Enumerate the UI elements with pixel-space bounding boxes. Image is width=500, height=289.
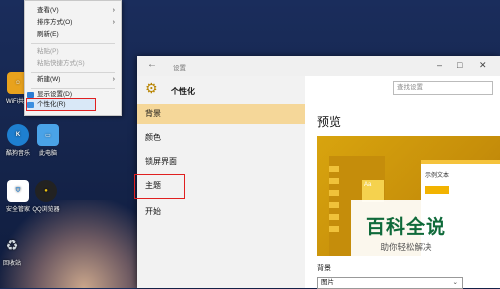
background-select-value: 图片 — [321, 279, 334, 286]
search-input[interactable]: 查找设置 — [393, 81, 493, 95]
themes-highlight-box — [134, 174, 185, 199]
computer-icon: ▭ — [37, 124, 59, 146]
maximize-icon[interactable]: □ — [457, 60, 462, 70]
chevron-right-icon: › — [112, 19, 115, 26]
menu-item-personalize[interactable]: 个性化(R) — [25, 99, 121, 111]
preview-window-button — [425, 186, 449, 194]
window-title: 设置 — [173, 65, 186, 72]
desktop-icon-recycle-bin[interactable]: ♻ 回收站 — [0, 234, 30, 268]
page-title: 预览 — [317, 115, 342, 129]
sidebar-header-label: 个性化 — [171, 87, 195, 96]
watermark-title: 百科全说 — [365, 217, 446, 238]
chevron-right-icon: › — [112, 76, 115, 83]
menu-item-refresh[interactable]: 刷新(E) — [25, 29, 121, 41]
menu-item-paste-shortcut[interactable]: 粘贴快捷方式(S) — [25, 58, 121, 70]
menu-separator — [31, 43, 115, 44]
menu-item-label: 查看(V) — [37, 7, 59, 14]
k-icon: K — [7, 124, 29, 146]
personalize-icon — [27, 102, 34, 108]
menu-item-new[interactable]: 新建(W) › — [25, 74, 121, 86]
watermark: 百科全说 助你轻松解决 — [351, 200, 461, 260]
nav-item-lock-screen[interactable]: 锁屏界面 — [137, 152, 305, 172]
watermark-subtitle: 助你轻松解决 — [380, 242, 432, 252]
menu-item-label: 个性化(R) — [37, 101, 66, 108]
recycle-bin-icon: ♻ — [5, 236, 19, 253]
nav-item-background[interactable]: 背景 — [137, 104, 305, 124]
menu-item-label: 显示设置(D) — [37, 91, 73, 98]
desktop-icon-computer[interactable]: ▭ 此电脑 — [30, 124, 66, 157]
desktop-icon-label: 回收站 — [2, 261, 21, 267]
menu-item-label: 排序方式(O) — [37, 19, 73, 26]
menu-item-label: 粘贴(P) — [37, 48, 59, 55]
back-arrow-icon[interactable]: ← — [147, 59, 157, 70]
nav-item-colors[interactable]: 颜色 — [137, 128, 305, 148]
penguin-icon: ● — [35, 180, 57, 202]
background-label: 背景 — [317, 265, 331, 272]
desktop-context-menu: 查看(V) › 排序方式(O) › 刷新(E) 粘贴(P) 粘贴快捷方式(S) … — [24, 0, 122, 116]
menu-item-label: 粘贴快捷方式(S) — [37, 60, 85, 67]
sidebar-header: ⚙ 个性化 — [145, 80, 295, 98]
shield-icon: ⛉ — [7, 180, 29, 202]
menu-item-label: 新建(W) — [37, 76, 61, 83]
preview-window-label: 示例文本 — [425, 173, 450, 179]
gear-icon: ⚙ — [145, 80, 158, 96]
desktop-icon-label: 此电脑 — [38, 151, 57, 157]
minimize-icon[interactable]: – — [437, 60, 442, 70]
preview-tile: Aa — [362, 180, 384, 202]
menu-item-sort[interactable]: 排序方式(O) › — [25, 17, 121, 29]
desktop-icon-qq[interactable]: ● QQ浏览器 — [28, 180, 64, 213]
menu-item-label: 刷新(E) — [37, 31, 59, 38]
title-bar: ← 设置 – □ ✕ — [137, 56, 500, 76]
menu-item-paste[interactable]: 粘贴(P) — [25, 46, 121, 58]
nav-item-start[interactable]: 开始 — [137, 202, 305, 222]
chevron-down-icon: ⌄ — [452, 279, 458, 286]
menu-separator — [31, 72, 115, 73]
desktop-icon-label: QQ浏览器 — [32, 207, 60, 213]
menu-item-view[interactable]: 查看(V) › — [25, 5, 121, 17]
close-icon[interactable]: ✕ — [479, 60, 487, 71]
chevron-right-icon: › — [112, 7, 115, 14]
background-select[interactable]: 图片 ⌄ — [317, 277, 463, 289]
